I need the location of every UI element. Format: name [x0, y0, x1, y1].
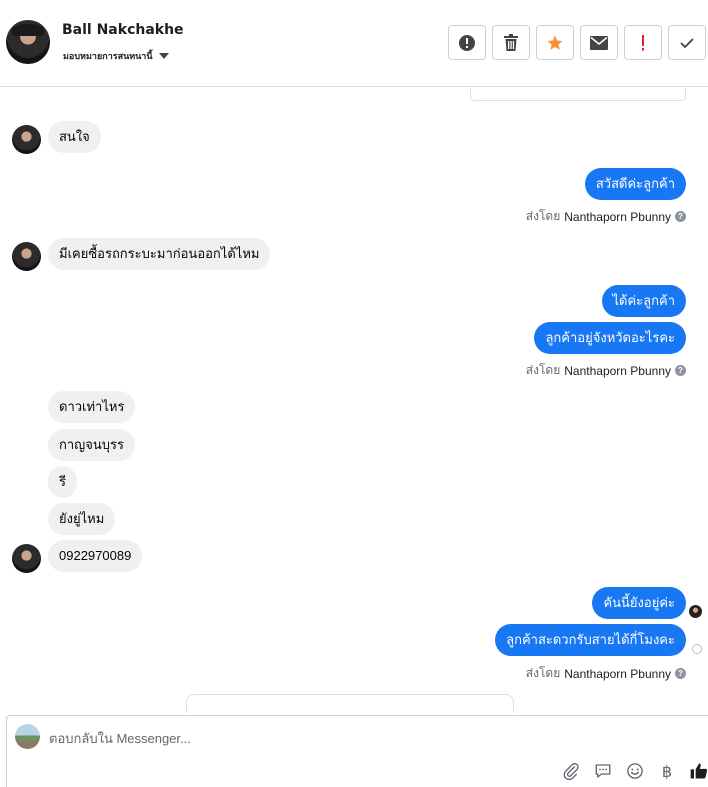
reply-input[interactable]: [49, 728, 549, 748]
trash-icon: [504, 33, 518, 51]
contact-avatar-small: [12, 544, 41, 573]
message-thread[interactable]: สนใจ สวัสดีค่ะลูกค้า ส่งโดย Nanthaporn P…: [0, 88, 708, 713]
exclamation-icon: [642, 34, 644, 50]
help-icon[interactable]: ?: [675, 365, 686, 376]
sent-by-prefix: ส่งโดย: [525, 363, 561, 377]
baht-symbol: ฿: [661, 761, 673, 781]
conversation-header: Ball Nakchakhe มอบหมายการสนทนานี้: [0, 0, 708, 87]
thumbs-up-icon[interactable]: [687, 759, 708, 783]
help-icon[interactable]: ?: [675, 211, 686, 222]
sent-by-info: ส่งโดย Nanthaporn Pbunny ?: [526, 664, 686, 683]
contact-name[interactable]: Ball Nakchakhe: [62, 22, 184, 38]
outgoing-message[interactable]: คันนี้ยังอยู่ค่ะ: [592, 587, 686, 619]
reply-composer: ฿: [6, 715, 708, 787]
delete-button[interactable]: [492, 25, 530, 60]
outgoing-message[interactable]: ลูกค้าสะดวกรับสายได้กี่โมงคะ: [495, 624, 686, 656]
incoming-message[interactable]: รี: [48, 466, 77, 498]
sent-by-agent: Nanthaporn Pbunny: [564, 209, 671, 224]
composer-toolbar: ฿: [559, 759, 708, 783]
star-icon: [547, 35, 563, 50]
notice-card: [186, 694, 514, 713]
contact-avatar-small: [12, 125, 41, 154]
follow-up-button[interactable]: [624, 25, 662, 60]
page-avatar: [15, 724, 40, 749]
star-button[interactable]: [536, 25, 574, 60]
contact-avatar-small: [12, 242, 41, 271]
assign-label: มอบหมายการสนทนานี้: [63, 52, 153, 62]
sent-by-info: ส่งโดย Nanthaporn Pbunny ?: [526, 361, 686, 380]
incoming-message[interactable]: มีเคยซื้อรถกระบะมาก่อนออกได้ไหม: [48, 238, 271, 270]
sent-by-agent: Nanthaporn Pbunny: [564, 363, 671, 378]
checkmark-icon: [680, 37, 694, 48]
previous-card: [470, 88, 686, 101]
assign-conversation-dropdown[interactable]: มอบหมายการสนทนานี้: [63, 49, 169, 63]
delivered-status-icon: [692, 644, 702, 654]
alert-circle-icon: [459, 34, 475, 51]
saved-reply-icon[interactable]: [591, 759, 615, 783]
sent-by-info: ส่งโดย Nanthaporn Pbunny ?: [526, 207, 686, 226]
sent-by-prefix: ส่งโดย: [525, 666, 561, 680]
incoming-message[interactable]: กาญจนบุรร: [48, 429, 135, 461]
attachment-icon[interactable]: [559, 759, 583, 783]
outgoing-message[interactable]: สวัสดีค่ะลูกค้า: [584, 168, 686, 200]
sent-by-agent: Nanthaporn Pbunny: [564, 666, 671, 681]
incoming-message[interactable]: 0922970089: [48, 540, 143, 572]
incoming-message[interactable]: ยังยู่ไหม: [48, 503, 116, 535]
action-toolbar: [448, 25, 706, 60]
outgoing-message[interactable]: ได้ค่ะลูกค้า: [601, 285, 686, 317]
mark-unread-button[interactable]: [580, 25, 618, 60]
report-spam-button[interactable]: [448, 25, 486, 60]
sent-by-prefix: ส่งโดย: [525, 209, 561, 223]
incoming-message[interactable]: ดาวเท่าไหร: [48, 391, 136, 423]
outgoing-message[interactable]: ลูกค้าอยู่จังหวัดอะไรคะ: [534, 322, 686, 354]
help-icon[interactable]: ?: [675, 668, 686, 679]
seen-avatar: [689, 605, 702, 618]
contact-avatar[interactable]: [6, 20, 50, 64]
emoji-icon[interactable]: [623, 759, 647, 783]
baht-icon[interactable]: ฿: [655, 759, 679, 783]
caret-down-icon: [158, 53, 169, 59]
mark-done-button[interactable]: [668, 25, 706, 60]
incoming-message[interactable]: สนใจ: [48, 121, 101, 153]
envelope-icon: [590, 35, 608, 50]
